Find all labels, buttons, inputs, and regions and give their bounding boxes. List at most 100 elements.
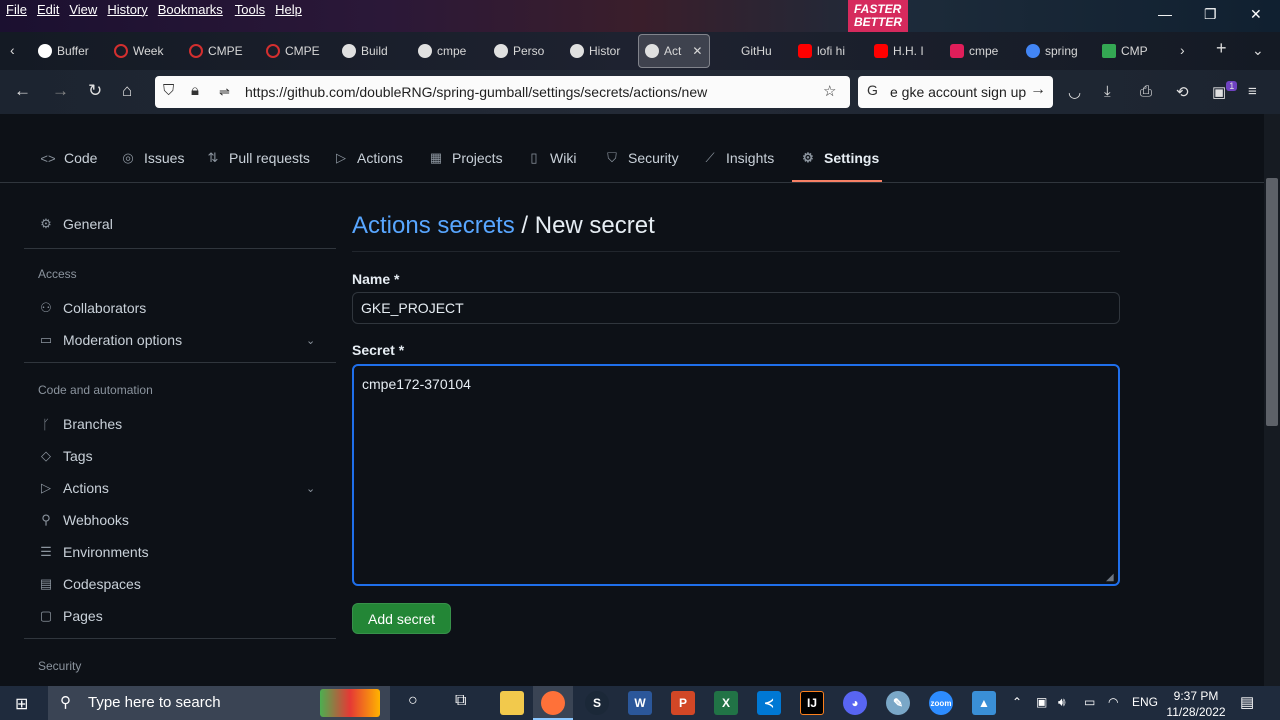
chevron-down-icon[interactable]: ⌄ [306, 334, 315, 347]
sidebar-item-pages[interactable]: ▢ Pages [38, 608, 103, 624]
sidebar-item-codespaces[interactable]: ▤ Codespaces [38, 576, 141, 592]
powerpoint-icon[interactable]: P [671, 691, 695, 715]
tab-code[interactable]: <> Code [40, 150, 97, 166]
tab-slack-cmpe[interactable]: cmpe [950, 38, 1008, 64]
menu-history[interactable]: History [107, 2, 147, 17]
close-window-icon[interactable]: ✕ [1250, 6, 1262, 23]
url-text[interactable]: https://github.com/doubleRNG/spring-gumb… [245, 84, 707, 100]
page-scrollbar[interactable] [1264, 114, 1280, 686]
windows-start-icon[interactable]: ⊞ [15, 694, 28, 714]
steam-icon[interactable]: S [585, 691, 609, 715]
battery-icon[interactable]: ▭ [1084, 695, 1095, 709]
tab-pull-requests[interactable]: ⇅ Pull requests [205, 150, 310, 166]
file-explorer-icon[interactable] [500, 691, 524, 715]
downloads-icon[interactable]: ⤓ [1104, 83, 1111, 100]
vscode-icon[interactable]: ≺ [757, 691, 781, 715]
tab-drive-cmp[interactable]: CMP [1102, 38, 1158, 64]
secret-value-textarea[interactable]: cmpe172-370104 [352, 364, 1120, 586]
go-arrow-icon[interactable]: → [1030, 81, 1046, 99]
search-box[interactable]: G e gke account sign up → [858, 76, 1053, 108]
sidebar-item-collaborators[interactable]: ⚇ Collaborators [38, 300, 146, 316]
clock[interactable]: 9:37 PM 11/28/2022 [1162, 688, 1230, 720]
tab-insights[interactable]: ⟋ Insights [702, 150, 774, 166]
sidebar-item-environments[interactable]: ☰ Environments [38, 544, 148, 560]
history-icon[interactable]: ⟲ [1176, 83, 1189, 101]
tab-actions[interactable]: ▷ Actions [333, 150, 403, 166]
tab-issues[interactable]: ◎ Issues [120, 150, 184, 166]
reload-icon[interactable]: ↻ [88, 81, 102, 101]
taskbar-search-placeholder[interactable]: Type here to search [88, 694, 221, 711]
taskbar-search[interactable]: ⚲ Type here to search [48, 686, 390, 720]
tab-github[interactable]: GitHu [722, 38, 784, 64]
chevron-down-icon[interactable]: ⌄ [306, 482, 315, 495]
home-icon[interactable]: ⌂ [122, 81, 132, 101]
firefox-icon[interactable] [541, 691, 565, 715]
menu-hamburger-icon[interactable]: ≡ [1248, 83, 1257, 100]
tab-spring[interactable]: spring [1026, 38, 1084, 64]
search-text[interactable]: e gke account sign up [890, 84, 1026, 100]
tabs-scroll-right-icon[interactable]: › [1180, 42, 1185, 58]
menu-tools[interactable]: Tools [235, 2, 265, 17]
tab-buffer[interactable]: Buffer [38, 38, 98, 64]
resize-handle-icon[interactable]: ◢ [1106, 572, 1114, 583]
tab-cmpe-1[interactable]: CMPE [189, 38, 247, 64]
address-bar[interactable]: ⛉ 🔒︎ ⇌ https://github.com/doubleRNG/spri… [155, 76, 850, 108]
tab-hh[interactable]: H.H. I [874, 38, 932, 64]
discord-icon[interactable]: ◕ [843, 691, 867, 715]
meet-now-icon[interactable]: ▣ [1036, 695, 1047, 709]
cortana-icon[interactable]: ○ [408, 692, 418, 710]
secret-name-input[interactable] [352, 292, 1120, 324]
excel-icon[interactable]: X [714, 691, 738, 715]
add-secret-button[interactable]: Add secret [352, 603, 451, 634]
sidebar-item-actions[interactable]: ▷ Actions ⌄ [38, 480, 315, 496]
extension-icon[interactable]: ▣ 1 [1212, 81, 1238, 101]
sidebar-item-tags[interactable]: ◇ Tags [38, 448, 93, 464]
forward-icon[interactable]: → [52, 81, 69, 101]
task-view-icon[interactable]: ⧉ [455, 692, 466, 710]
wifi-icon[interactable]: ◠ [1108, 695, 1118, 709]
bookmark-star-icon[interactable]: ☆ [823, 82, 836, 100]
menu-view[interactable]: View [69, 2, 97, 17]
photos-icon[interactable]: ▲ [972, 691, 996, 715]
tab-settings[interactable]: ⚙ Settings [800, 150, 879, 166]
close-tab-icon[interactable]: ✕ [692, 44, 702, 58]
menu-help[interactable]: Help [275, 2, 302, 17]
back-icon[interactable]: ← [14, 81, 31, 101]
menu-edit[interactable]: Edit [37, 2, 59, 17]
volume-icon[interactable]: 🔊︎ [1058, 695, 1066, 710]
menu-bookmarks[interactable]: Bookmarks [158, 2, 223, 17]
tab-projects[interactable]: ▦ Projects [428, 150, 503, 166]
tab-actions-active[interactable]: Act ✕ [638, 34, 710, 68]
sidebar-item-webhooks[interactable]: ⚲ Webhooks [38, 512, 129, 528]
app-icon[interactable]: ✎ [886, 691, 910, 715]
menu-file[interactable]: File [6, 2, 27, 17]
breadcrumb-actions-secrets-link[interactable]: Actions secrets [352, 212, 515, 239]
sidebar-item-branches[interactable]: ᚴ Branches [38, 416, 122, 432]
tabs-scroll-left-icon[interactable]: ‹ [10, 42, 15, 58]
tab-security[interactable]: ⛉ Security [604, 150, 678, 166]
tab-histor[interactable]: Histor [570, 38, 630, 64]
tab-wiki[interactable]: ▯ Wiki [526, 150, 576, 166]
permissions-icon[interactable]: ⇌ [219, 84, 230, 100]
tab-build[interactable]: Build [342, 38, 402, 64]
pocket-icon[interactable]: ◡ [1068, 83, 1081, 101]
intellij-icon[interactable]: IJ [800, 691, 824, 715]
notifications-icon[interactable]: ▤ [1240, 693, 1254, 711]
minimize-icon[interactable]: — [1158, 6, 1172, 22]
word-icon[interactable]: W [628, 691, 652, 715]
lock-icon[interactable]: 🔒︎ [191, 82, 199, 99]
scrollbar-thumb[interactable] [1266, 178, 1278, 426]
sidebar-item-moderation-options[interactable]: ▭ Moderation options ⌄ [38, 332, 315, 348]
tab-week[interactable]: Week [114, 38, 174, 64]
tab-cmpe-2[interactable]: CMPE [266, 38, 324, 64]
language-indicator[interactable]: ENG [1132, 695, 1158, 709]
new-tab-icon[interactable]: + [1216, 38, 1227, 59]
restore-icon[interactable]: ❐ [1204, 6, 1217, 23]
tracking-shield-icon[interactable]: ⛉ [163, 82, 174, 99]
tab-lofi[interactable]: lofi hi [798, 38, 856, 64]
tab-perso[interactable]: Perso [494, 38, 552, 64]
show-hidden-icons-icon[interactable]: ⌃ [1012, 695, 1022, 709]
print-icon[interactable]: ⎙ [1140, 83, 1152, 100]
zoom-icon[interactable]: zoom [929, 691, 953, 715]
tab-cmpe-3[interactable]: cmpe [418, 38, 476, 64]
